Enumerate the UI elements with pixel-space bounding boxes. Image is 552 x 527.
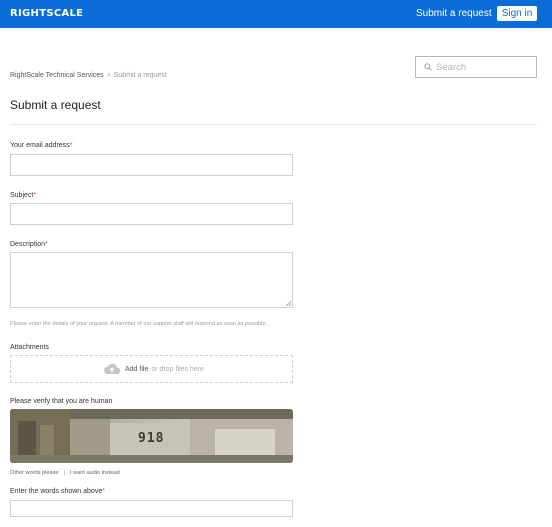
submit-request-link[interactable]: Submit a request: [416, 8, 492, 19]
drop-files-text: or drop files here: [151, 365, 204, 373]
search-input-placeholder[interactable]: Search: [436, 62, 466, 73]
divider: [10, 124, 537, 125]
sign-in-button[interactable]: Sign in: [497, 6, 537, 21]
description-label: Description*: [10, 241, 48, 248]
attachments-label: Attachments: [10, 344, 49, 351]
breadcrumb: RightScale Technical Services > Submit a r…: [10, 72, 167, 79]
breadcrumb-home[interactable]: RightScale Technical Services: [10, 72, 104, 79]
required-mark: *: [102, 488, 105, 495]
search-box[interactable]: Search: [415, 56, 537, 78]
captcha-photo: 918: [10, 409, 293, 463]
subject-field[interactable]: [10, 203, 293, 225]
breadcrumb-current: Submit a request: [113, 72, 167, 79]
breadcrumb-separator: >: [106, 72, 111, 79]
page-title: Submit a request: [10, 98, 101, 112]
email-field[interactable]: [10, 154, 293, 176]
dropzone-content: Add file or drop files here: [103, 363, 204, 375]
captcha-links: Other words please | I want audio instead: [10, 470, 120, 476]
captcha-text: 918: [138, 431, 164, 446]
captcha-label: Please verify that you are human: [10, 398, 113, 405]
captcha-answer-field[interactable]: [10, 500, 293, 517]
cloud-upload-icon: [104, 363, 121, 374]
required-mark: *: [45, 241, 48, 248]
resize-handle-icon[interactable]: [285, 300, 291, 306]
required-mark: *: [33, 192, 37, 199]
captcha-image: 918: [10, 409, 293, 463]
required-mark: *: [69, 142, 73, 149]
description-textarea[interactable]: [10, 252, 293, 308]
link-separator: |: [63, 470, 65, 476]
other-words-link[interactable]: Other words please: [10, 470, 59, 476]
subject-label: Subject*: [10, 192, 37, 199]
search-icon: [424, 63, 432, 71]
attachments-dropzone[interactable]: Add file or drop files here: [10, 355, 293, 383]
captcha-answer-label: Enter the words shown above*: [10, 488, 105, 495]
description-hint: Please enter the details of your request…: [10, 321, 268, 327]
audio-link[interactable]: I want audio instead: [70, 470, 120, 476]
email-label: Your email address*: [10, 142, 73, 149]
top-bar: RIGHTSCALE Submit a request Sign in: [0, 0, 552, 28]
add-file-link[interactable]: Add file: [125, 366, 148, 373]
rightscale-logo[interactable]: RIGHTSCALE: [10, 8, 83, 19]
